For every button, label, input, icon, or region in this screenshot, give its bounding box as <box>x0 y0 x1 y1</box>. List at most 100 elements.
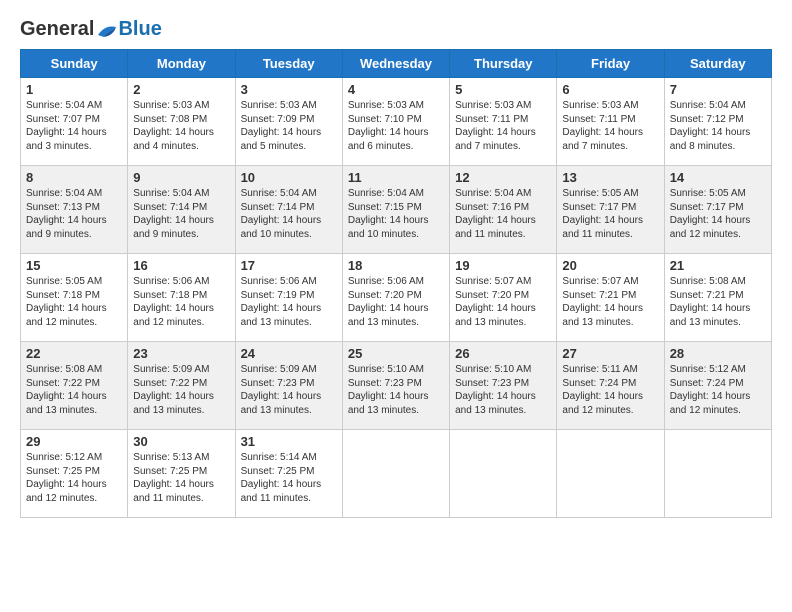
cell-info: Sunrise: 5:10 AMSunset: 7:23 PMDaylight:… <box>348 364 429 416</box>
cell-info: Sunrise: 5:09 AMSunset: 7:23 PMDaylight:… <box>241 364 322 416</box>
calendar-cell: 12 Sunrise: 5:04 AMSunset: 7:16 PMDaylig… <box>450 166 557 254</box>
logo: General Blue <box>20 18 162 41</box>
calendar-cell: 13 Sunrise: 5:05 AMSunset: 7:17 PMDaylig… <box>557 166 664 254</box>
cell-info: Sunrise: 5:05 AMSunset: 7:17 PMDaylight:… <box>562 188 643 240</box>
calendar-cell: 11 Sunrise: 5:04 AMSunset: 7:15 PMDaylig… <box>342 166 449 254</box>
calendar-cell: 5 Sunrise: 5:03 AMSunset: 7:11 PMDayligh… <box>450 78 557 166</box>
logo-blue: Blue <box>118 18 161 41</box>
cell-info: Sunrise: 5:06 AMSunset: 7:19 PMDaylight:… <box>241 276 322 328</box>
day-number: 30 <box>133 434 229 449</box>
day-header-sunday: Sunday <box>21 50 128 78</box>
calendar-week-4: 22 Sunrise: 5:08 AMSunset: 7:22 PMDaylig… <box>21 342 772 430</box>
cell-info: Sunrise: 5:06 AMSunset: 7:20 PMDaylight:… <box>348 276 429 328</box>
calendar-cell: 21 Sunrise: 5:08 AMSunset: 7:21 PMDaylig… <box>664 254 771 342</box>
calendar-cell <box>557 430 664 518</box>
calendar-cell: 15 Sunrise: 5:05 AMSunset: 7:18 PMDaylig… <box>21 254 128 342</box>
day-number: 27 <box>562 346 658 361</box>
calendar-cell: 29 Sunrise: 5:12 AMSunset: 7:25 PMDaylig… <box>21 430 128 518</box>
cell-info: Sunrise: 5:10 AMSunset: 7:23 PMDaylight:… <box>455 364 536 416</box>
day-number: 1 <box>26 82 122 97</box>
calendar-cell: 25 Sunrise: 5:10 AMSunset: 7:23 PMDaylig… <box>342 342 449 430</box>
page-header: General Blue <box>20 18 772 41</box>
calendar-cell: 6 Sunrise: 5:03 AMSunset: 7:11 PMDayligh… <box>557 78 664 166</box>
day-header-tuesday: Tuesday <box>235 50 342 78</box>
calendar-cell: 30 Sunrise: 5:13 AMSunset: 7:25 PMDaylig… <box>128 430 235 518</box>
cell-info: Sunrise: 5:04 AMSunset: 7:12 PMDaylight:… <box>670 100 751 152</box>
cell-info: Sunrise: 5:07 AMSunset: 7:20 PMDaylight:… <box>455 276 536 328</box>
day-header-wednesday: Wednesday <box>342 50 449 78</box>
cell-info: Sunrise: 5:08 AMSunset: 7:21 PMDaylight:… <box>670 276 751 328</box>
cell-info: Sunrise: 5:14 AMSunset: 7:25 PMDaylight:… <box>241 452 322 504</box>
day-number: 28 <box>670 346 766 361</box>
cell-info: Sunrise: 5:04 AMSunset: 7:14 PMDaylight:… <box>133 188 214 240</box>
logo-text: General Blue <box>20 18 162 41</box>
day-number: 24 <box>241 346 337 361</box>
day-number: 4 <box>348 82 444 97</box>
calendar-week-1: 1 Sunrise: 5:04 AMSunset: 7:07 PMDayligh… <box>21 78 772 166</box>
cell-info: Sunrise: 5:11 AMSunset: 7:24 PMDaylight:… <box>562 364 643 416</box>
calendar-cell: 8 Sunrise: 5:04 AMSunset: 7:13 PMDayligh… <box>21 166 128 254</box>
day-header-friday: Friday <box>557 50 664 78</box>
day-number: 16 <box>133 258 229 273</box>
calendar-cell: 28 Sunrise: 5:12 AMSunset: 7:24 PMDaylig… <box>664 342 771 430</box>
day-number: 26 <box>455 346 551 361</box>
day-number: 12 <box>455 170 551 185</box>
cell-info: Sunrise: 5:04 AMSunset: 7:13 PMDaylight:… <box>26 188 107 240</box>
calendar-cell: 20 Sunrise: 5:07 AMSunset: 7:21 PMDaylig… <box>557 254 664 342</box>
calendar-cell <box>342 430 449 518</box>
calendar-week-2: 8 Sunrise: 5:04 AMSunset: 7:13 PMDayligh… <box>21 166 772 254</box>
calendar-week-5: 29 Sunrise: 5:12 AMSunset: 7:25 PMDaylig… <box>21 430 772 518</box>
cell-info: Sunrise: 5:12 AMSunset: 7:25 PMDaylight:… <box>26 452 107 504</box>
calendar-header-row: SundayMondayTuesdayWednesdayThursdayFrid… <box>21 50 772 78</box>
cell-info: Sunrise: 5:03 AMSunset: 7:11 PMDaylight:… <box>562 100 643 152</box>
day-number: 6 <box>562 82 658 97</box>
cell-info: Sunrise: 5:09 AMSunset: 7:22 PMDaylight:… <box>133 364 214 416</box>
cell-info: Sunrise: 5:12 AMSunset: 7:24 PMDaylight:… <box>670 364 751 416</box>
day-number: 13 <box>562 170 658 185</box>
cell-info: Sunrise: 5:05 AMSunset: 7:18 PMDaylight:… <box>26 276 107 328</box>
calendar-cell: 4 Sunrise: 5:03 AMSunset: 7:10 PMDayligh… <box>342 78 449 166</box>
calendar-cell: 24 Sunrise: 5:09 AMSunset: 7:23 PMDaylig… <box>235 342 342 430</box>
day-number: 17 <box>241 258 337 273</box>
calendar-cell: 22 Sunrise: 5:08 AMSunset: 7:22 PMDaylig… <box>21 342 128 430</box>
cell-info: Sunrise: 5:06 AMSunset: 7:18 PMDaylight:… <box>133 276 214 328</box>
cell-info: Sunrise: 5:04 AMSunset: 7:07 PMDaylight:… <box>26 100 107 152</box>
day-header-monday: Monday <box>128 50 235 78</box>
day-number: 29 <box>26 434 122 449</box>
cell-info: Sunrise: 5:04 AMSunset: 7:15 PMDaylight:… <box>348 188 429 240</box>
cell-info: Sunrise: 5:07 AMSunset: 7:21 PMDaylight:… <box>562 276 643 328</box>
day-number: 10 <box>241 170 337 185</box>
cell-info: Sunrise: 5:03 AMSunset: 7:10 PMDaylight:… <box>348 100 429 152</box>
cell-info: Sunrise: 5:04 AMSunset: 7:14 PMDaylight:… <box>241 188 322 240</box>
calendar-cell: 14 Sunrise: 5:05 AMSunset: 7:17 PMDaylig… <box>664 166 771 254</box>
day-number: 25 <box>348 346 444 361</box>
calendar-week-3: 15 Sunrise: 5:05 AMSunset: 7:18 PMDaylig… <box>21 254 772 342</box>
day-number: 8 <box>26 170 122 185</box>
day-number: 14 <box>670 170 766 185</box>
day-header-saturday: Saturday <box>664 50 771 78</box>
day-number: 15 <box>26 258 122 273</box>
logo-general: General <box>20 18 94 41</box>
logo-bird-icon <box>96 21 118 39</box>
cell-info: Sunrise: 5:03 AMSunset: 7:08 PMDaylight:… <box>133 100 214 152</box>
cell-info: Sunrise: 5:08 AMSunset: 7:22 PMDaylight:… <box>26 364 107 416</box>
calendar-cell: 16 Sunrise: 5:06 AMSunset: 7:18 PMDaylig… <box>128 254 235 342</box>
day-number: 22 <box>26 346 122 361</box>
day-number: 11 <box>348 170 444 185</box>
calendar-cell: 17 Sunrise: 5:06 AMSunset: 7:19 PMDaylig… <box>235 254 342 342</box>
day-number: 5 <box>455 82 551 97</box>
calendar-cell: 31 Sunrise: 5:14 AMSunset: 7:25 PMDaylig… <box>235 430 342 518</box>
day-number: 18 <box>348 258 444 273</box>
day-number: 21 <box>670 258 766 273</box>
calendar-cell: 18 Sunrise: 5:06 AMSunset: 7:20 PMDaylig… <box>342 254 449 342</box>
day-number: 9 <box>133 170 229 185</box>
calendar-cell: 1 Sunrise: 5:04 AMSunset: 7:07 PMDayligh… <box>21 78 128 166</box>
day-number: 3 <box>241 82 337 97</box>
calendar-cell: 27 Sunrise: 5:11 AMSunset: 7:24 PMDaylig… <box>557 342 664 430</box>
day-number: 2 <box>133 82 229 97</box>
calendar-cell: 3 Sunrise: 5:03 AMSunset: 7:09 PMDayligh… <box>235 78 342 166</box>
page-container: General Blue SundayMondayTuesdayWednesda… <box>0 0 792 528</box>
day-header-thursday: Thursday <box>450 50 557 78</box>
calendar-cell <box>450 430 557 518</box>
cell-info: Sunrise: 5:03 AMSunset: 7:11 PMDaylight:… <box>455 100 536 152</box>
